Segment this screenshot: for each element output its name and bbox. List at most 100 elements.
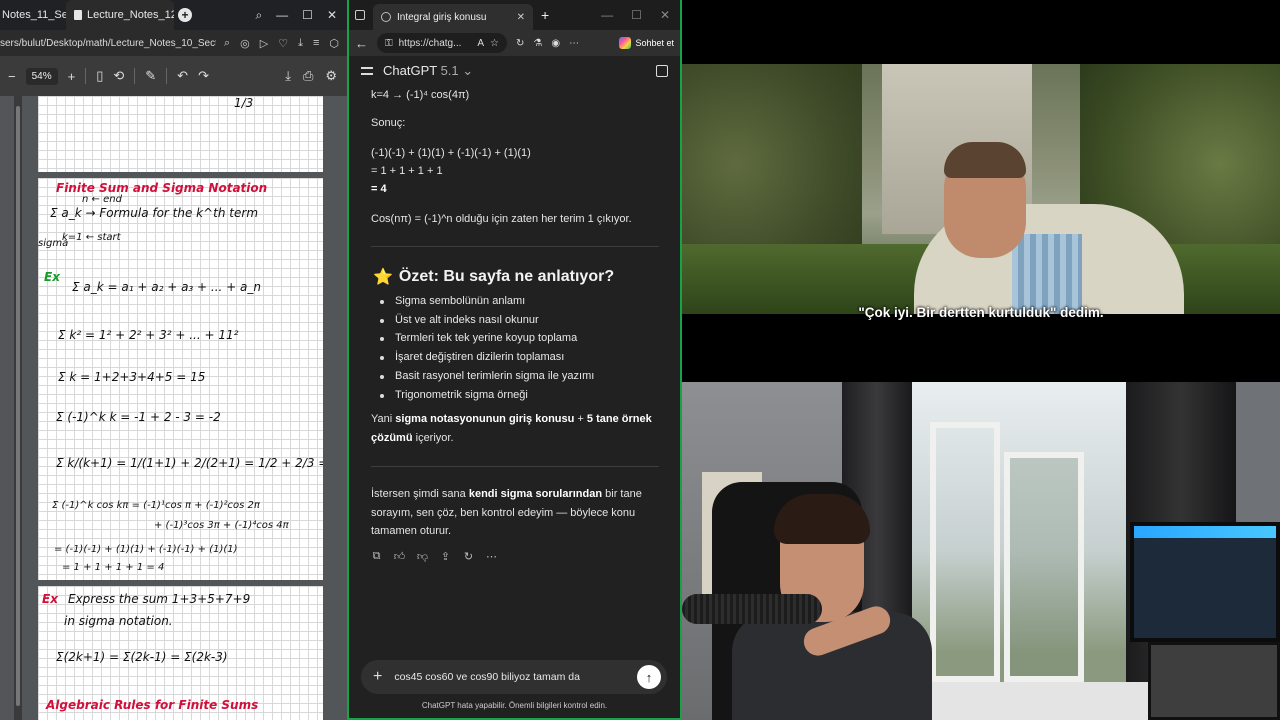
play-icon[interactable]: ▷: [260, 37, 268, 50]
sidebar-toggle-icon[interactable]: [361, 67, 373, 75]
redo-icon[interactable]: ↷: [198, 68, 209, 84]
video-player[interactable]: "Çok iyi. Bir dertten kurtulduk" dedim.: [682, 0, 1280, 382]
browser-window: Integral giriş konusu ✕ + — ☐ ✕ ← ⚿ http…: [347, 0, 682, 720]
favorite-icon[interactable]: ♡: [278, 37, 288, 50]
settings-icon[interactable]: ⚙: [325, 68, 337, 84]
text-run-bold: sigma notasyonunun giriş konusu: [395, 413, 575, 425]
list-item: Trigonometrik sigma örneği: [375, 386, 655, 405]
thumbs-down-icon[interactable]: 👎︎: [417, 551, 428, 563]
new-tab-icon[interactable]: +: [541, 7, 549, 23]
site-info-icon[interactable]: ⚿: [385, 38, 393, 49]
summary-list: Sigma sembolünün anlamı Üst ve alt indek…: [375, 292, 655, 404]
page-view-icon[interactable]: ▯: [96, 68, 103, 84]
pdf-tab-bar: Notes_11_Section Lecture_Notes_12_Sectio…: [0, 0, 347, 30]
rotate-icon[interactable]: ⟲: [113, 68, 124, 84]
favorite-icon[interactable]: ☆: [490, 38, 499, 49]
zoom-icon[interactable]: ⌕: [224, 37, 230, 50]
more-icon[interactable]: ⋯: [569, 38, 579, 49]
pdf-tab-notes-11[interactable]: Notes_11_Section: [0, 0, 66, 30]
close-icon[interactable]: ✕: [660, 8, 670, 22]
example-text: Express the sum 1+3+5+7+9: [68, 592, 251, 606]
minimize-icon[interactable]: —: [601, 8, 613, 22]
text-run: içeriyor.: [412, 431, 454, 444]
result-line-2: = 1 + 1 + 1 + 1: [371, 165, 443, 177]
text-run: İstersen şimdi sana: [371, 488, 469, 500]
model-version: 5.1: [440, 63, 459, 78]
equation-7: Σ(2k+1) = Σ(2k-1) = Σ(2k-3): [56, 650, 228, 664]
equation-6c: = (-1)(-1) + (1)(1) + (-1)(-1) + (1)(1): [54, 544, 238, 555]
divider: [371, 246, 659, 247]
maximize-icon[interactable]: ☐: [631, 8, 642, 22]
browser-tab-active[interactable]: Integral giriş konusu ✕: [373, 4, 533, 30]
tab-actions-icon[interactable]: [355, 10, 365, 20]
chevron-down-icon: ⌄: [462, 63, 474, 78]
search-icon[interactable]: ⌕: [255, 8, 262, 23]
copy-icon[interactable]: ⧉: [371, 550, 382, 562]
text-run: Yani: [371, 413, 396, 425]
list-item: Basit rasyonel terimlerin sigma ile yazı…: [375, 367, 655, 386]
desktop: Notes_11_Section Lecture_Notes_12_Sectio…: [0, 0, 1280, 720]
url-text: https://chatg...: [398, 37, 462, 49]
list-item: Sigma sembolünün anlamı: [375, 292, 655, 311]
close-icon[interactable]: ✕: [327, 8, 337, 23]
pdf-page: Finite Sum and Sigma Notation n ← end Σ …: [38, 178, 323, 580]
message-line: k=4 → (-1)⁴ cos(4π): [371, 89, 470, 101]
back-icon[interactable]: ←: [355, 36, 368, 51]
print-icon[interactable]: ⎙: [303, 68, 313, 84]
pdf-page: 1/3: [38, 96, 323, 172]
draw-icon[interactable]: ✎: [145, 68, 156, 84]
result-line-3: = 4: [371, 183, 387, 195]
zoom-in-icon[interactable]: +: [68, 69, 76, 84]
copilot-chat-label: Sohbet et: [635, 38, 674, 48]
extension-icon[interactable]: ⬡: [329, 37, 339, 50]
equation-6d: = 1 + 1 + 1 + 1 = 4: [62, 562, 165, 573]
refresh-icon[interactable]: ↻: [516, 38, 524, 49]
sigma-lower-note: k=1 ← start: [62, 232, 121, 243]
model-selector[interactable]: ChatGPT 5.1 ⌄: [383, 63, 473, 79]
send-button[interactable]: ↑: [637, 665, 661, 689]
pdf-address-bar: sers/bulut/Desktop/math/Lecture_Notes_10…: [0, 30, 347, 56]
pdf-toolbar: − 54% + ▯ ⟲ ✎ ↶ ↷ ⤓ ⎙ ⚙: [0, 56, 347, 96]
cam-monitor-2: [1148, 642, 1280, 720]
cam-window-frame: [930, 422, 1000, 682]
zoom-out-icon[interactable]: −: [8, 69, 16, 84]
sigma-upper-note: n ← end: [82, 194, 122, 205]
summary-title: Özet: Bu sayfa ne anlatıyor?: [398, 268, 615, 285]
save-icon[interactable]: ⤓: [285, 68, 291, 84]
equation-2: Σ k² = 1² + 2² + 3² + ... + 11²: [58, 328, 239, 342]
pdf-document-area[interactable]: 1/3 Finite Sum and Sigma Notation n ← en…: [0, 96, 347, 720]
menu-icon[interactable]: ≡: [313, 37, 319, 50]
scrollbar[interactable]: [14, 96, 22, 720]
star-icon: ⭐: [373, 269, 393, 286]
attach-icon[interactable]: +: [373, 668, 382, 686]
cos-note: Cos(nπ) = (-1)^n olduğu için zaten her t…: [371, 213, 632, 225]
zoom-level[interactable]: 54%: [25, 67, 58, 85]
sigma-word: sigma: [38, 238, 69, 249]
undo-icon[interactable]: ↶: [177, 68, 188, 84]
file-path[interactable]: sers/bulut/Desktop/math/Lecture_Notes_10…: [0, 38, 216, 49]
copilot-chat-button[interactable]: Sohbet et: [619, 37, 674, 49]
video-subtitle: "Çok iyi. Bir dertten kurtulduk" dedim.: [858, 305, 1104, 320]
download-icon[interactable]: ⤓: [298, 37, 303, 50]
more-icon[interactable]: ⋯: [486, 551, 497, 563]
equation-6b: + (-1)³cos 3π + (-1)⁴cos 4π: [154, 520, 289, 531]
message-composer[interactable]: + cos45 cos60 ve cos90 biliyoz tamam da …: [361, 660, 667, 694]
url-field[interactable]: ⚿ https://chatg... A ☆: [377, 33, 507, 53]
composer-input[interactable]: cos45 cos60 ve cos90 biliyoz tamam da: [394, 671, 580, 683]
minimize-icon[interactable]: —: [276, 8, 288, 23]
thumbs-up-icon[interactable]: 👍︎: [394, 551, 406, 563]
regenerate-icon[interactable]: ↻: [463, 551, 474, 563]
close-tab-icon[interactable]: ✕: [517, 12, 525, 23]
new-tab-button[interactable]: +: [178, 8, 192, 22]
maximize-icon[interactable]: ☐: [302, 8, 313, 23]
share-icon[interactable]: ⇪: [440, 551, 451, 563]
new-chat-icon[interactable]: [656, 65, 668, 77]
notes-heading: Finite Sum and Sigma Notation: [56, 181, 268, 195]
extension-icon[interactable]: ⚗: [533, 38, 542, 49]
read-aloud-icon[interactable]: A: [477, 38, 484, 49]
result-label: Sonuç:: [371, 117, 406, 129]
divider: [85, 68, 87, 84]
pdf-tab-notes-12[interactable]: Lecture_Notes_12_Section: [66, 0, 174, 30]
read-aloud-icon[interactable]: ◎: [240, 37, 250, 50]
profile-avatar-icon[interactable]: ◉: [551, 38, 560, 49]
